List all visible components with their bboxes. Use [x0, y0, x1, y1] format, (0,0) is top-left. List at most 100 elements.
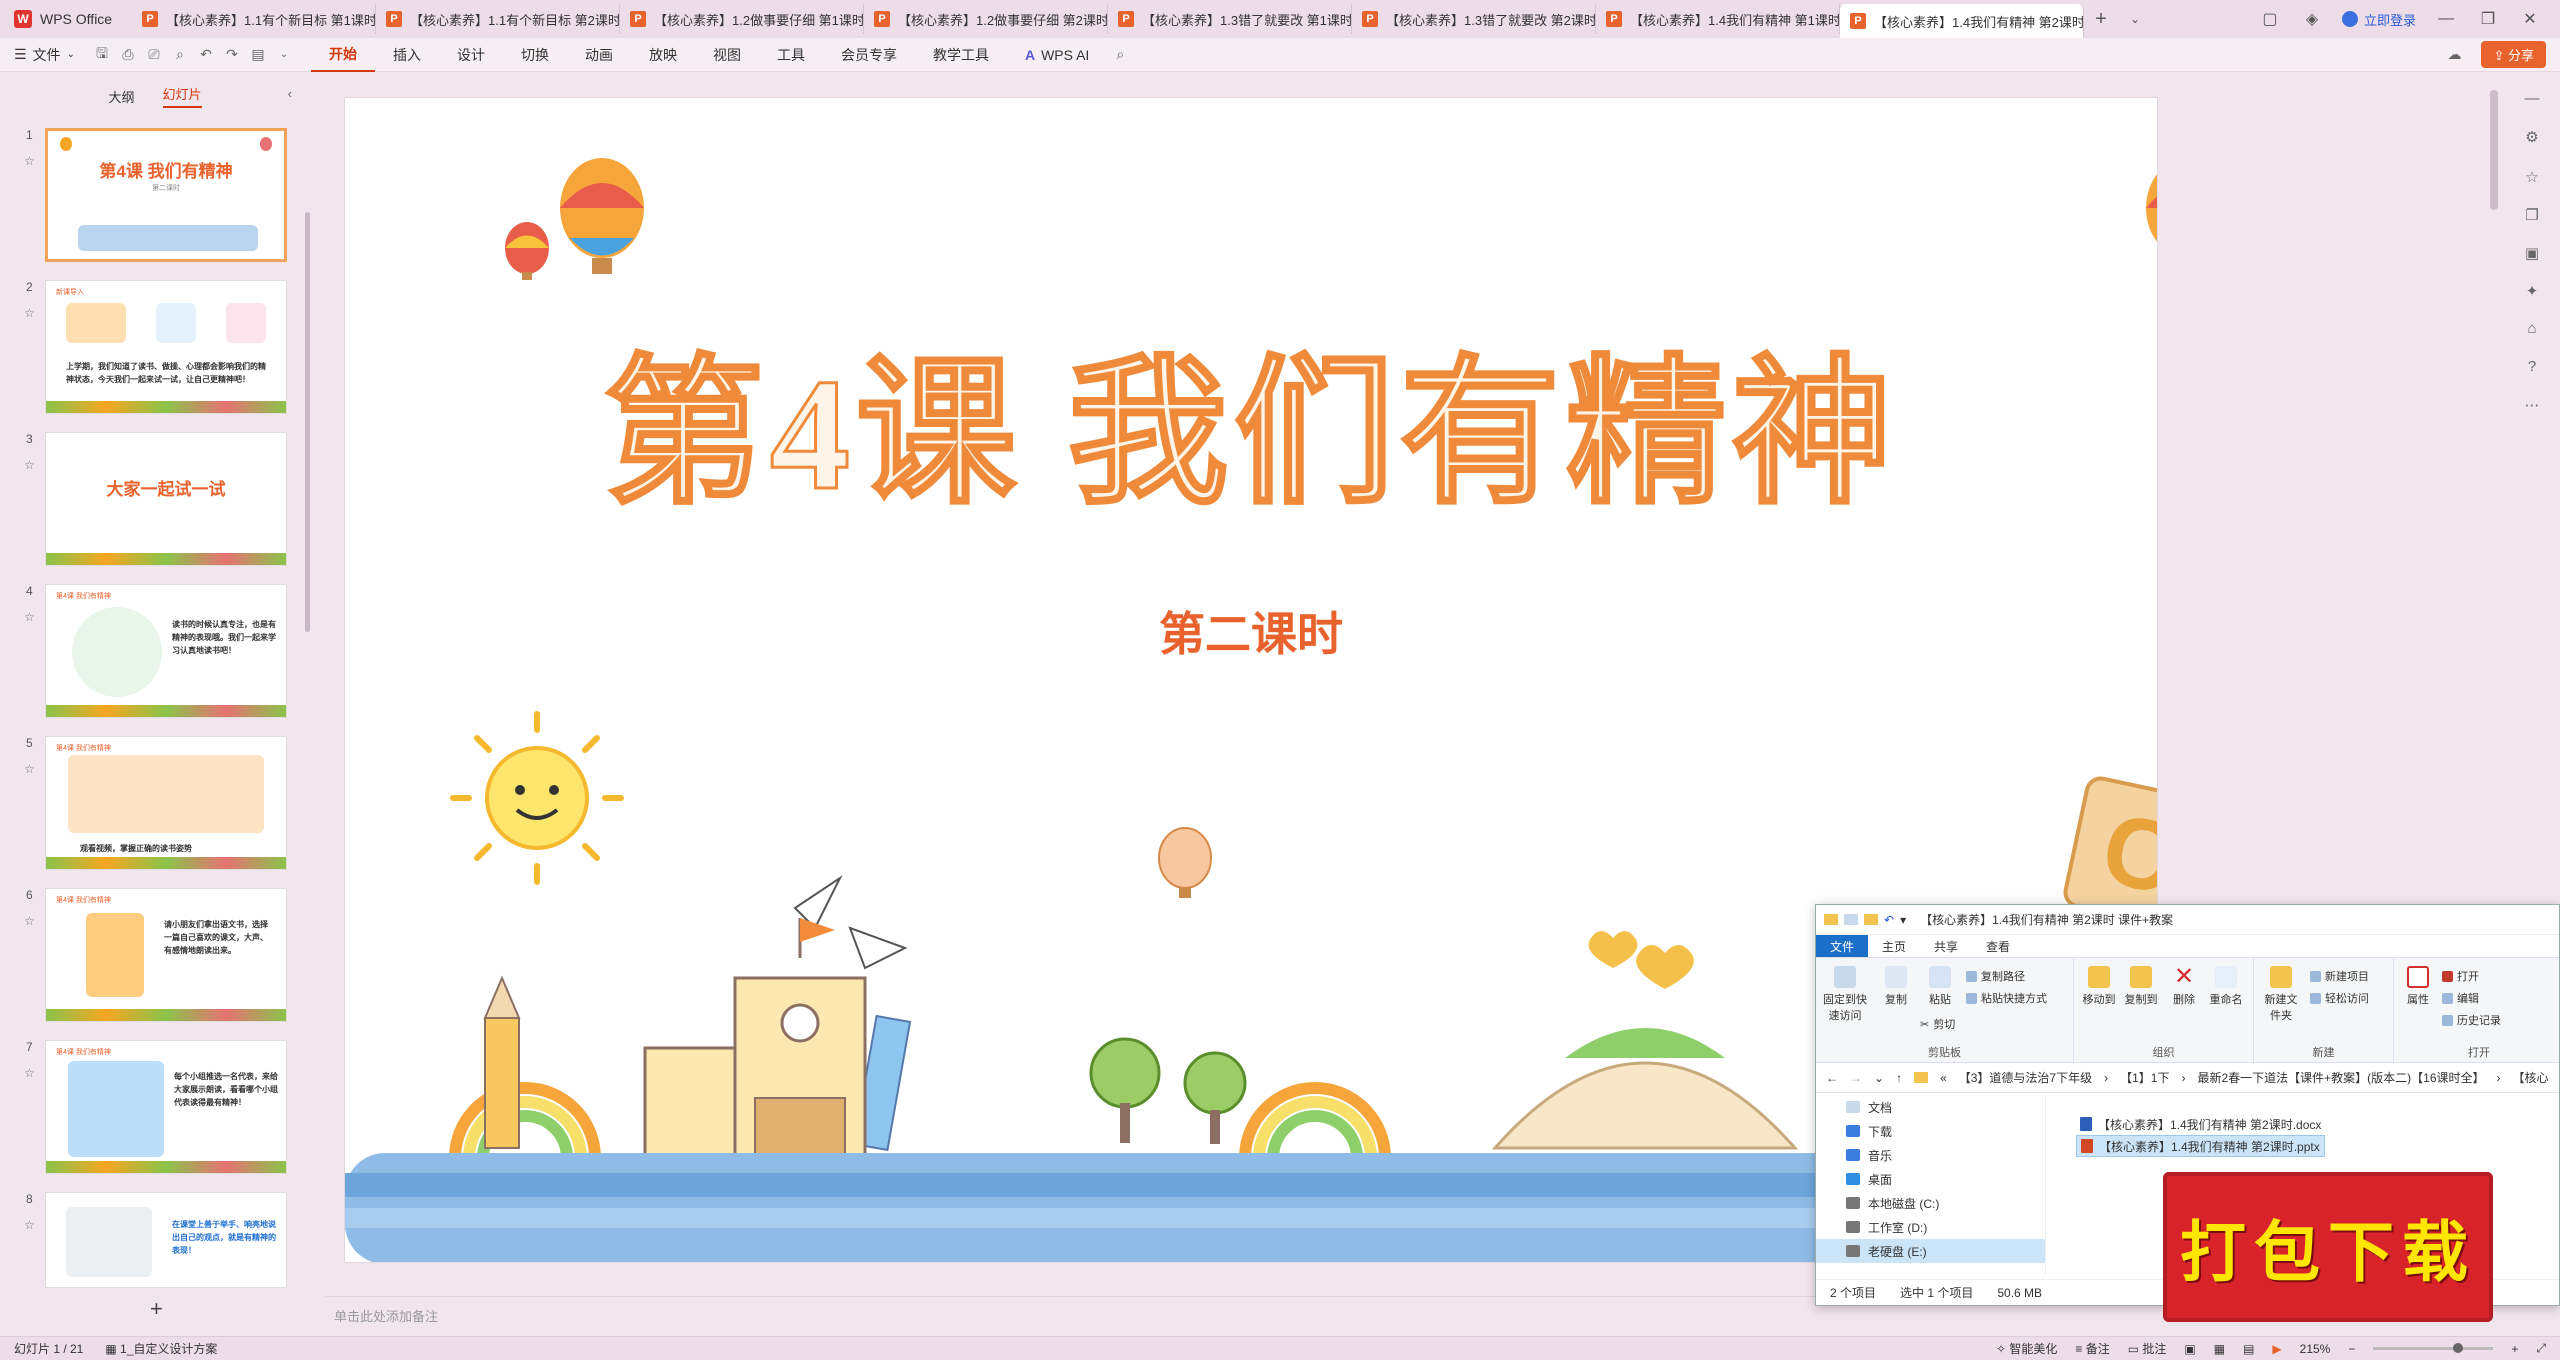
- delete-button[interactable]: ✕ 删除: [2166, 965, 2202, 1007]
- save-icon[interactable]: 🖫: [89, 43, 115, 67]
- document-tab[interactable]: P 【核心素养】1.1有个新目标 第2课时: [376, 4, 620, 34]
- up-icon[interactable]: ↑: [1896, 1071, 1902, 1085]
- star-icon[interactable]: ☆: [24, 610, 35, 624]
- slide-thumbnail[interactable]: 第4课 我们有精神 每个小组推选一名代表，来给大家展示朗读，看看哪个小组代表读得…: [45, 1040, 287, 1174]
- login-button[interactable]: 立即登录: [2341, 10, 2416, 29]
- new-item-button[interactable]: 新建项目: [2310, 968, 2369, 984]
- share-button[interactable]: ⇪ 分享: [2481, 41, 2546, 68]
- open-button[interactable]: 打开: [2442, 968, 2479, 984]
- slide-thumbnail-row[interactable]: 4 ☆ 第4课 我们有精神 读书的时候认真专注，也是有精神的表现哦。我们一起来学…: [0, 584, 300, 720]
- star-icon[interactable]: ☆: [2522, 168, 2542, 186]
- slide-thumbnail-row[interactable]: 5 ☆ 第4课 我们有精神 观看视频，掌握正确的读书姿势: [0, 736, 300, 872]
- collapse-panel-icon[interactable]: ‹: [288, 86, 292, 101]
- forward-icon[interactable]: →: [1850, 1071, 1862, 1085]
- copy-to-button[interactable]: 复制到: [2122, 966, 2160, 1007]
- tab-outline[interactable]: 大纲: [108, 87, 134, 106]
- document-tab[interactable]: P 【核心素养】1.4我们有精神 第1课时: [1596, 4, 1840, 34]
- nav-item-drive-e[interactable]: 老硬盘 (E:): [1816, 1239, 2045, 1263]
- menu-item[interactable]: 动画: [567, 38, 631, 72]
- tab-slides[interactable]: 幻灯片: [162, 84, 202, 108]
- slide-thumbnail-row[interactable]: 1 ☆ 第4课 我们有精神 第二课时: [0, 128, 300, 264]
- edit-button[interactable]: 编辑: [2442, 990, 2479, 1006]
- new-folder-icon[interactable]: [1864, 914, 1878, 925]
- nav-item-documents[interactable]: 文档: [1816, 1095, 2045, 1119]
- shirt-icon[interactable]: ⌂: [2522, 320, 2542, 337]
- menu-item[interactable]: 工具: [759, 38, 823, 72]
- menu-item[interactable]: 开始: [310, 38, 375, 72]
- properties-icon[interactable]: [1844, 914, 1858, 925]
- customize-chevron-icon[interactable]: ▾: [1900, 913, 1906, 927]
- more-icon[interactable]: ⋯: [2522, 396, 2542, 414]
- quick-access-chevron-icon[interactable]: ⌄: [271, 49, 297, 60]
- document-tab[interactable]: P 【核心素养】1.3错了就要改 第1课时: [1108, 4, 1352, 34]
- print-preview-icon[interactable]: ⌕: [167, 46, 193, 63]
- image-icon[interactable]: ▣: [2522, 244, 2542, 262]
- slide-thumbnail-row[interactable]: 2 ☆ 新课导入 上学期，我们知道了读书、做操、心理都会影响我们的精神状态，今天…: [0, 280, 300, 416]
- smart-beautify-button[interactable]: ✧ 智能美化: [1996, 1340, 2057, 1357]
- star-icon[interactable]: ☆: [24, 1066, 35, 1080]
- wps-ai-button[interactable]: A WPS AI: [1007, 47, 1107, 63]
- tab-list-chevron-icon[interactable]: ⌄: [2118, 12, 2152, 26]
- star-icon[interactable]: ☆: [24, 458, 35, 472]
- paste-shortcut-button[interactable]: 粘贴快捷方式: [1966, 990, 2047, 1006]
- close-window-icon[interactable]: ✕: [2518, 9, 2542, 29]
- slide-thumbnail-row[interactable]: 3 ☆ 大家一起试一试: [0, 432, 300, 568]
- add-slide-icon[interactable]: +: [150, 1296, 163, 1322]
- explorer-title-bar[interactable]: ↶ ▾ 【核心素养】1.4我们有精神 第2课时 课件+教案: [1816, 905, 2559, 935]
- history-button[interactable]: 历史记录: [2442, 1012, 2501, 1028]
- slide-thumbnail[interactable]: 第4课 我们有精神 观看视频，掌握正确的读书姿势: [45, 736, 287, 870]
- magic-icon[interactable]: ✦: [2522, 282, 2542, 300]
- rename-button[interactable]: 重命名: [2206, 966, 2246, 1007]
- minimize-icon[interactable]: —: [2434, 10, 2458, 28]
- slide-subtitle[interactable]: 第二课时: [345, 598, 2157, 664]
- restore-icon[interactable]: ❐: [2476, 9, 2500, 29]
- sorter-view-icon[interactable]: ▦: [2214, 1342, 2225, 1356]
- notes-placeholder[interactable]: 单击此处添加备注: [334, 1306, 438, 1325]
- nav-item-drive-d[interactable]: 工作室 (D:): [1816, 1215, 2045, 1239]
- address-bar[interactable]: ← → ⌄ ↑ « 【3】道德与法治7下年级 › 【1】1下 › 最新2春一下道…: [1816, 1063, 2559, 1093]
- slide-thumbnail-row[interactable]: 6 ☆ 第4课 我们有精神 请小朋友们拿出语文书，选择一篇自己喜欢的课文，大声、…: [0, 888, 300, 1024]
- zoom-knob[interactable]: [2453, 1343, 2464, 1353]
- menu-item[interactable]: 插入: [375, 38, 439, 72]
- slide-thumbnail[interactable]: 第4课 我们有精神 第二课时: [45, 128, 287, 262]
- menu-item[interactable]: 视图: [695, 38, 759, 72]
- menu-item[interactable]: 设计: [439, 38, 503, 72]
- copy-icon[interactable]: ❐: [2522, 206, 2542, 224]
- slideshow-icon[interactable]: ▶: [2272, 1342, 2281, 1356]
- file-row[interactable]: 【核心素养】1.4我们有精神 第2课时.pptx: [2076, 1135, 2326, 1157]
- star-icon[interactable]: ☆: [24, 914, 35, 928]
- app-home-tab[interactable]: W WPS Office: [0, 0, 132, 38]
- cut-button[interactable]: ✂ 剪切: [1920, 1016, 1955, 1032]
- tab-view[interactable]: 查看: [1972, 935, 2024, 957]
- pin-quick-access-button[interactable]: 固定到快速访问: [1822, 966, 1868, 1023]
- slide-title[interactable]: 第4课 我们有精神: [345, 303, 2157, 535]
- star-icon[interactable]: ☆: [24, 762, 35, 776]
- search-icon[interactable]: ⌕: [1107, 46, 1133, 63]
- new-tab-icon[interactable]: +: [2084, 8, 2118, 31]
- skin-icon[interactable]: ◈: [2300, 9, 2324, 29]
- slide-thumbnail-row[interactable]: 7 ☆ 第4课 我们有精神 每个小组推选一名代表，来给大家展示朗读，看看哪个小组…: [0, 1040, 300, 1176]
- star-icon[interactable]: ☆: [24, 154, 35, 168]
- slide-thumbnail[interactable]: 大家一起试一试: [45, 432, 287, 566]
- copy-path-button[interactable]: 复制路径: [1966, 968, 2025, 984]
- star-icon[interactable]: ☆: [24, 306, 35, 320]
- move-to-button[interactable]: 移动到: [2080, 966, 2118, 1007]
- help-icon[interactable]: ?: [2522, 358, 2542, 375]
- theme-label[interactable]: ▦ 1_自定义设计方案: [105, 1340, 217, 1357]
- nav-item-downloads[interactable]: 下载: [1816, 1119, 2045, 1143]
- tab-home[interactable]: 主页: [1868, 935, 1920, 957]
- normal-view-icon[interactable]: ▣: [2184, 1342, 2195, 1356]
- print-icon[interactable]: ⎚: [141, 46, 167, 63]
- cloud-sync-icon[interactable]: ☁: [2441, 46, 2467, 63]
- document-tab[interactable]: P 【核心素养】1.2做事要仔细 第1课时: [620, 4, 864, 34]
- breadcrumb[interactable]: 【1】1下: [2120, 1069, 2169, 1086]
- zoom-slider[interactable]: [2373, 1343, 2494, 1353]
- nav-item-desktop[interactable]: 桌面: [1816, 1167, 2045, 1191]
- paste-button[interactable]: 粘贴: [1920, 966, 1960, 1007]
- document-tab[interactable]: P 【核心素养】1.1有个新目标 第1课时: [132, 4, 376, 34]
- notes-button[interactable]: ≡ 备注: [2075, 1340, 2109, 1357]
- document-tab[interactable]: P 【核心素养】1.3错了就要改 第2课时: [1352, 4, 1596, 34]
- menu-item[interactable]: 会员专享: [823, 38, 915, 72]
- export-pdf-icon[interactable]: ⎙: [115, 46, 141, 63]
- nav-item-drive-c[interactable]: 本地磁盘 (C:): [1816, 1191, 2045, 1215]
